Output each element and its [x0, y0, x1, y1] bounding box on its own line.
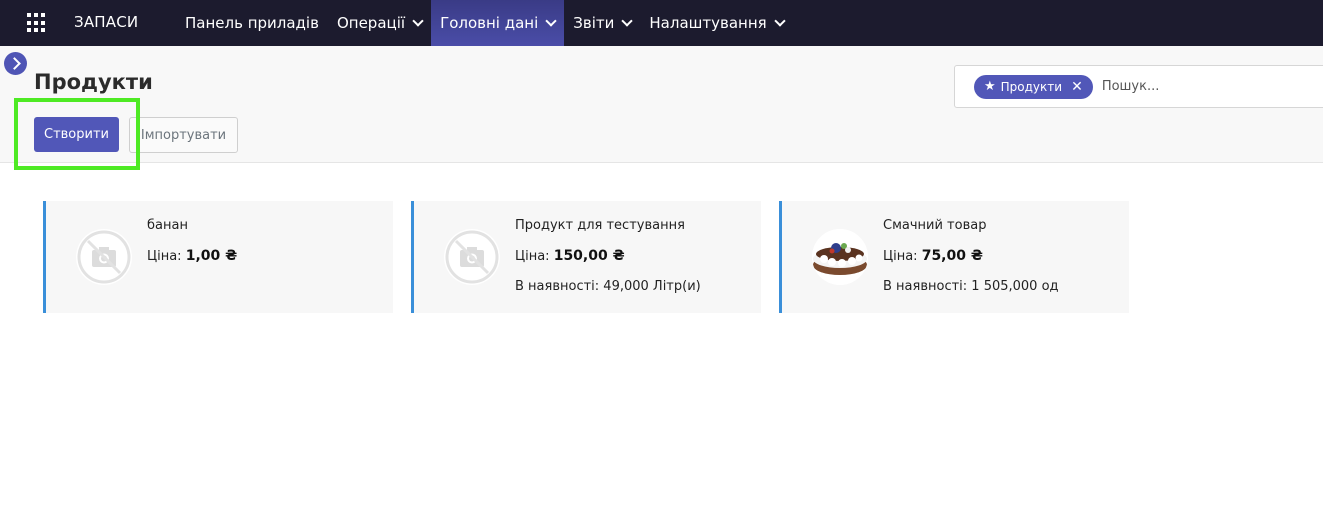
- menu-item-label: Панель приладів: [185, 14, 319, 32]
- facet-label: Продукти: [1000, 79, 1063, 94]
- price-label: Ціна:: [515, 249, 550, 264]
- product-card[interactable]: банан Ціна: 1,00 ₴: [43, 201, 393, 313]
- product-card[interactable]: Смачний товар Ціна: 75,00 ₴ В наявності:…: [779, 201, 1129, 313]
- page-title: Продукти: [34, 70, 153, 94]
- menu-item-reports[interactable]: Звіти: [564, 0, 640, 46]
- no-photo-icon: [76, 229, 132, 285]
- control-panel: Продукти Створити Імпортувати ★ Продукти…: [0, 46, 1323, 170]
- chevron-down-icon: [774, 14, 786, 27]
- no-photo-icon: [444, 229, 500, 285]
- price-label: Ціна:: [883, 249, 918, 264]
- menu-item-operations[interactable]: Операції: [328, 0, 431, 46]
- menu-item-label: Налаштування: [649, 14, 767, 32]
- product-name: банан: [147, 218, 188, 233]
- star-icon: ★: [984, 79, 996, 94]
- search-input[interactable]: [1101, 79, 1302, 94]
- menu-item-dashboard[interactable]: Панель приладів: [176, 0, 328, 46]
- product-price: Ціна: 75,00 ₴: [883, 248, 983, 264]
- main-menu: Панель приладів Операції Головні дані Зв…: [176, 0, 793, 46]
- search-facet: ★ Продукти ✕: [974, 74, 1093, 99]
- price-label: Ціна:: [147, 249, 182, 264]
- price-value: 75,00 ₴: [921, 248, 983, 264]
- chevron-down-icon: [412, 14, 424, 27]
- chevron-down-icon: [545, 14, 557, 27]
- create-button[interactable]: Створити: [34, 117, 119, 152]
- chevron-down-icon: [621, 14, 634, 27]
- close-icon[interactable]: ✕: [1071, 79, 1083, 95]
- menu-item-master-data[interactable]: Головні дані: [431, 0, 565, 46]
- price-value: 150,00 ₴: [553, 248, 625, 264]
- product-name: Продукт для тестування: [515, 218, 685, 233]
- chevron-right-icon[interactable]: [4, 52, 27, 75]
- menu-item-label: Головні дані: [440, 14, 539, 32]
- search-box[interactable]: ★ Продукти ✕: [954, 65, 1323, 108]
- menu-item-label: Звіти: [573, 14, 615, 32]
- product-name: Смачний товар: [883, 218, 987, 233]
- product-stock: В наявності: 49,000 Літр(и): [515, 279, 701, 294]
- app-brand[interactable]: ЗАПАСИ: [74, 13, 138, 31]
- product-card[interactable]: Продукт для тестування Ціна: 150,00 ₴ В …: [411, 201, 761, 313]
- apps-menu-icon[interactable]: [23, 10, 49, 36]
- product-price: Ціна: 1,00 ₴: [147, 248, 237, 264]
- cake-photo: [812, 229, 868, 285]
- top-navbar: ЗАПАСИ Панель приладів Операції Головні …: [0, 0, 1323, 46]
- menu-item-label: Операції: [336, 14, 406, 32]
- import-button[interactable]: Імпортувати: [129, 117, 238, 153]
- product-price: Ціна: 150,00 ₴: [515, 248, 625, 264]
- price-value: 1,00 ₴: [185, 248, 238, 264]
- product-stock: В наявності: 1 505,000 од: [883, 279, 1059, 294]
- menu-item-settings[interactable]: Налаштування: [640, 0, 792, 46]
